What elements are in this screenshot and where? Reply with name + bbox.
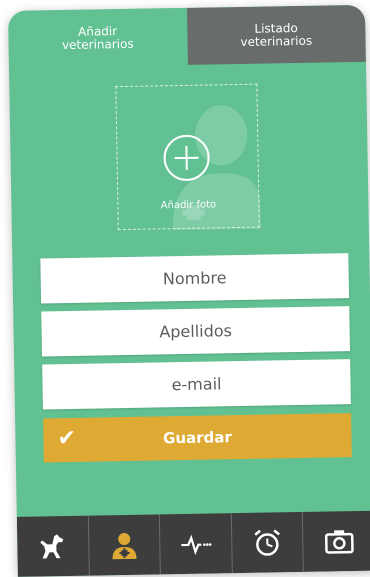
tab-add-vets[interactable]: Añadir veterinarios xyxy=(8,7,188,68)
save-button-label: Guardar xyxy=(162,428,233,448)
nav-item-reminders[interactable] xyxy=(231,511,305,574)
app-screen: Añadir veterinarios Listado veterinarios… xyxy=(8,4,370,577)
add-photo-box[interactable]: Añadir foto xyxy=(115,83,261,231)
name-field[interactable]: Nombre xyxy=(40,253,350,304)
nav-item-vets[interactable] xyxy=(88,514,162,576)
bottom-nav xyxy=(16,510,370,577)
nav-item-pets[interactable] xyxy=(16,515,90,577)
save-button[interactable]: ✔ Guardar xyxy=(43,413,352,463)
email-field[interactable]: e-mail xyxy=(42,359,351,410)
heartbeat-icon xyxy=(181,534,213,556)
dog-icon xyxy=(40,534,64,559)
add-photo-plus-icon xyxy=(163,134,210,181)
tab-list-vets[interactable]: Listado veterinarios xyxy=(186,4,366,65)
nav-item-camera[interactable] xyxy=(303,511,370,572)
tab-bar: Añadir veterinarios Listado veterinarios xyxy=(8,4,366,68)
alarm-clock-icon xyxy=(254,529,281,556)
nav-item-health[interactable] xyxy=(159,513,233,575)
surname-field[interactable]: Apellidos xyxy=(41,306,350,357)
check-icon: ✔ xyxy=(57,425,77,452)
veterinarian-icon xyxy=(112,533,137,560)
camera-icon xyxy=(324,530,354,554)
